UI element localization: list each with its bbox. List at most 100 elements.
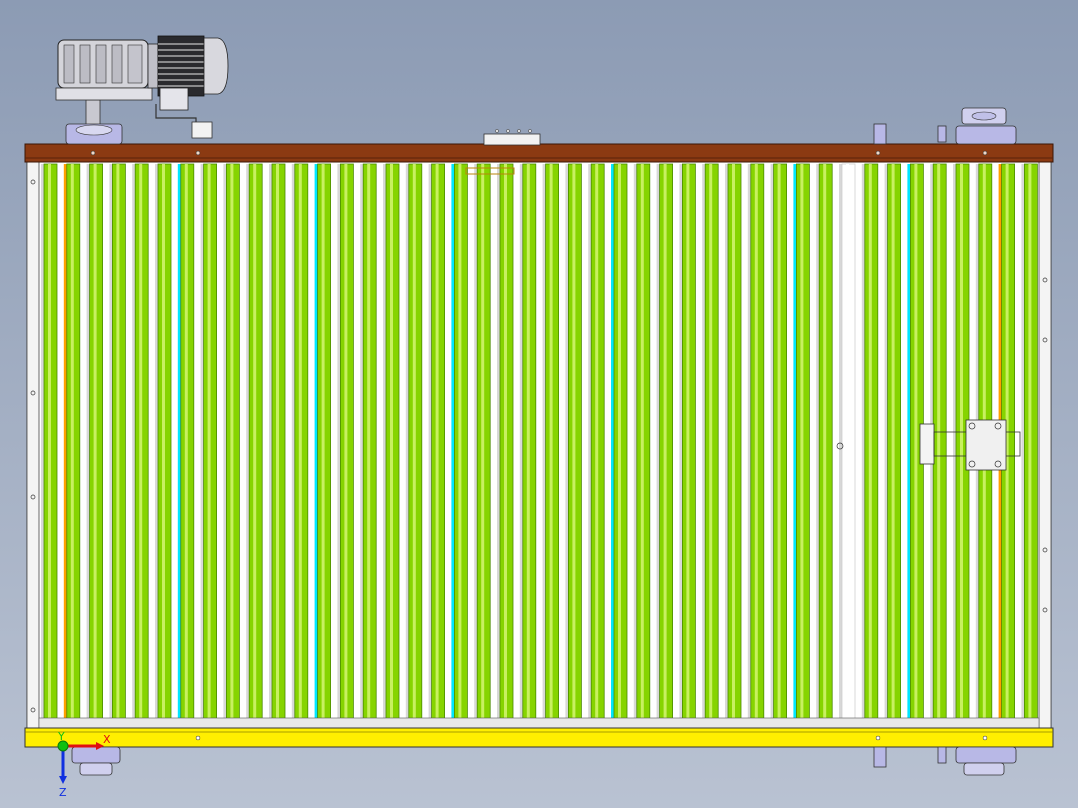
roller-edge xyxy=(428,164,432,720)
roller-highlight xyxy=(344,164,348,720)
roller-edge xyxy=(451,164,455,720)
roller-highlight xyxy=(139,164,143,720)
axis-z-label: Z xyxy=(59,786,67,799)
roller-highlight xyxy=(640,164,644,720)
roller-highlight xyxy=(732,164,735,720)
roller-edge xyxy=(611,164,614,720)
roller-edge xyxy=(246,164,250,720)
roller-edge xyxy=(770,164,774,720)
bottom-rail-bolt xyxy=(875,735,881,741)
roller-highlight xyxy=(663,164,667,720)
cad-viewport[interactable]: X Y Z xyxy=(0,0,1078,808)
roller-highlight xyxy=(709,164,713,720)
roller-edge xyxy=(360,164,364,720)
roller-highlight xyxy=(846,164,849,720)
roller-highlight xyxy=(891,164,895,720)
roller-edge xyxy=(519,164,523,720)
roller-edge xyxy=(269,164,272,720)
roller-highlight xyxy=(549,164,553,720)
bottom-rail xyxy=(24,727,1054,748)
top-rail-bolt xyxy=(90,150,96,156)
roller-conveyor-drawing: X Y Z xyxy=(24,35,1054,799)
roller-edge xyxy=(497,164,500,720)
axis-x-label: X xyxy=(103,733,111,746)
roller-edge xyxy=(861,164,865,720)
roller-highlight xyxy=(390,164,393,720)
roller-edge xyxy=(41,164,44,720)
roller-edge xyxy=(702,164,706,720)
roller-highlight xyxy=(230,164,234,720)
roller-highlight xyxy=(184,164,188,720)
roller-edge xyxy=(1021,164,1025,720)
roller-highlight xyxy=(253,164,257,720)
roller-highlight xyxy=(481,164,485,720)
roller-edge xyxy=(291,164,295,720)
roller-edge xyxy=(656,164,660,720)
motor-terminal-box xyxy=(159,87,189,111)
roller-highlight xyxy=(458,164,462,720)
roller-edge xyxy=(633,164,637,720)
motor-end-cap xyxy=(203,37,229,95)
roller-highlight xyxy=(800,164,804,720)
roller-highlight xyxy=(321,164,325,720)
roller-highlight xyxy=(207,164,211,720)
roller-edge xyxy=(565,164,569,720)
bearing-bottom-left xyxy=(71,746,121,776)
roller-highlight xyxy=(777,164,781,720)
roller-bottom-strip xyxy=(38,717,1040,729)
roller-highlight xyxy=(960,164,963,720)
motor-flange xyxy=(147,43,159,89)
roller-highlight xyxy=(435,164,439,720)
axis-z-arrow xyxy=(59,776,67,784)
roller-highlight xyxy=(93,164,97,720)
roller-highlight xyxy=(526,164,530,720)
roller-edge xyxy=(86,164,90,720)
top-rail-bolt xyxy=(195,150,201,156)
roller-highlight xyxy=(868,164,872,720)
roller-highlight xyxy=(412,164,416,720)
conveyor-left-plate xyxy=(26,159,40,731)
roller-edge xyxy=(884,164,888,720)
bearing-bottom-right xyxy=(873,746,1017,776)
roller-edge xyxy=(383,164,386,720)
roller-highlight xyxy=(914,164,918,720)
roller-highlight xyxy=(162,164,165,720)
roller-edge xyxy=(63,164,67,720)
roller-edge xyxy=(474,164,478,720)
roller-highlight xyxy=(1028,164,1032,720)
roller-highlight xyxy=(48,164,51,720)
roller-highlight xyxy=(618,164,621,720)
top-rail-bolt xyxy=(982,150,988,156)
roller-highlight xyxy=(595,164,599,720)
roller-edge xyxy=(337,164,341,720)
roller-edge xyxy=(405,164,409,720)
roller-highlight xyxy=(116,164,120,720)
roller-highlight xyxy=(686,164,690,720)
roller-edge xyxy=(953,164,956,720)
roller-edge xyxy=(793,164,797,720)
roller-highlight xyxy=(70,164,74,720)
roller-highlight xyxy=(823,164,827,720)
roller-edge xyxy=(907,164,911,720)
top-rail xyxy=(24,143,1054,163)
drive-motor-assembly xyxy=(55,35,229,145)
roller-edge xyxy=(679,164,683,720)
conveyor-right-plate xyxy=(1038,159,1052,731)
roller-edge xyxy=(155,164,158,720)
roller-highlight xyxy=(937,164,941,720)
roller-edge xyxy=(747,164,751,720)
bottom-rail-bolt xyxy=(195,735,201,741)
roller-highlight xyxy=(754,164,758,720)
roller-edge xyxy=(223,164,227,720)
roller-edge xyxy=(177,164,181,720)
roller-edge xyxy=(314,164,318,720)
roller-edge xyxy=(839,164,842,720)
motor-body xyxy=(157,35,205,97)
roller-highlight xyxy=(276,164,279,720)
bearing-top-right xyxy=(873,107,1017,145)
roller-highlight xyxy=(572,164,576,720)
roller-edge xyxy=(542,164,546,720)
roller-edge xyxy=(200,164,204,720)
roller-highlight xyxy=(298,164,302,720)
roller-edge xyxy=(725,164,728,720)
